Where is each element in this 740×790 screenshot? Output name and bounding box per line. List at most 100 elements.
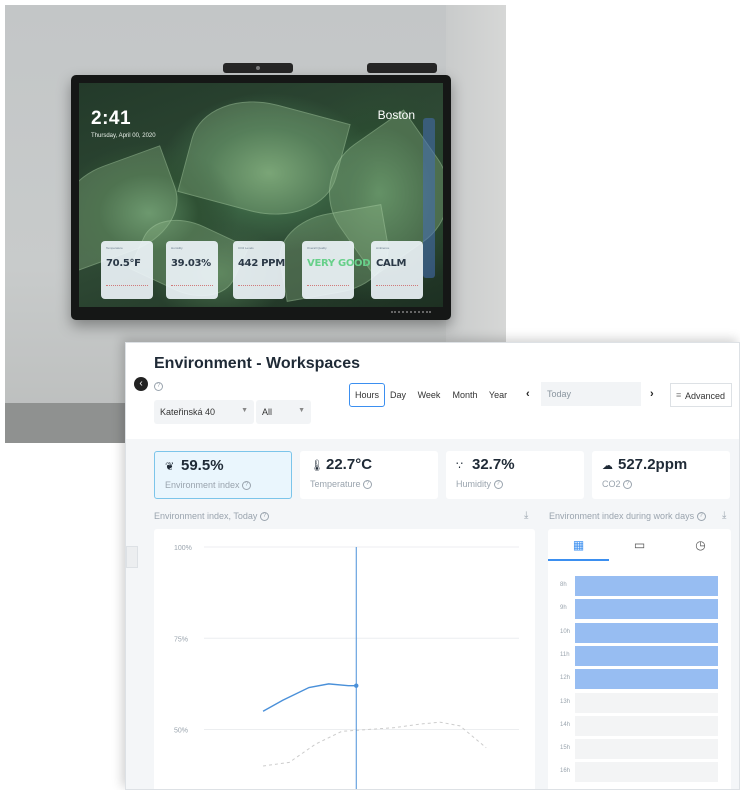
heatmap-cell[interactable] (575, 762, 718, 783)
period-week[interactable]: Week (414, 383, 444, 407)
help-circle-icon[interactable]: ? (154, 382, 163, 392)
heatmap-hour-label: 15h (560, 745, 571, 752)
tv-card-label: Temperature (106, 246, 123, 250)
chevron-down-icon: ▼ (241, 407, 248, 414)
heatmap-row: 11h (548, 645, 731, 666)
period-day[interactable]: Day (387, 383, 409, 407)
tv-card-label: Overall Quality (307, 246, 327, 250)
kpi-label: Temperature ? (310, 479, 373, 490)
date-field[interactable]: Today (541, 382, 641, 406)
heatmap-hour-label: 16h (560, 768, 571, 775)
heatmap-cell[interactable] (575, 715, 718, 736)
help-circle-icon[interactable]: ? (242, 481, 252, 491)
tv-card-value: 70.5°F (106, 258, 141, 269)
collapse-side-tab[interactable] (126, 546, 138, 568)
period-month[interactable]: Month (449, 383, 481, 407)
heatmap-cell[interactable] (575, 599, 718, 620)
heatmap-cell[interactable] (575, 645, 718, 666)
kpi-label: Environment index ? (165, 480, 252, 491)
tv-card-humidity: Humidity 39.03% (166, 241, 218, 299)
thermometer-icon: 🌡︎ (310, 460, 324, 472)
heatmap-cell[interactable] (575, 622, 718, 643)
period-year[interactable]: Year (485, 383, 511, 407)
tv-card-sparkline (238, 285, 280, 289)
tv-card-label: Ambience (376, 246, 390, 250)
camera-left (223, 63, 293, 73)
location-dropdown[interactable]: Kateřinská 40 ▼ (154, 400, 254, 424)
heatmap-cell[interactable] (575, 576, 718, 596)
heatmap-title: Environment index during work days ? (549, 511, 706, 522)
tv-card-value: 442 PPM (238, 258, 285, 269)
advanced-button[interactable]: ≡ Advanced (670, 383, 732, 407)
heatmap-hour-label: 10h (560, 628, 571, 635)
scope-dropdown[interactable]: All ▼ (256, 400, 311, 424)
heatmap-hour-label: 12h (560, 675, 571, 682)
download-icon[interactable]: ⤓ (524, 510, 528, 521)
y-tick-label: 50% (174, 728, 188, 735)
heatmap-row: 12h (548, 669, 731, 690)
help-circle-icon[interactable]: ? (493, 480, 503, 490)
kpi-label: CO2 ? (602, 479, 633, 490)
tv-card-value: VERY GOOD (307, 258, 371, 269)
help-circle-icon[interactable]: ? (696, 512, 706, 522)
heatmap-row: 10h (548, 622, 731, 643)
tv-card-sparkline (106, 285, 148, 289)
heatmap-row: 8h (548, 576, 731, 596)
chevron-down-icon: ▼ (298, 407, 305, 414)
prev-date-button[interactable]: ‹ (526, 383, 530, 400)
tv-card-value: CALM (376, 258, 407, 269)
tv-card-label: Humidity (171, 246, 183, 250)
help-circle-icon[interactable]: ? (623, 480, 633, 490)
tv-display: 2:41 Thursday, April 00, 2020 Boston Tem… (71, 75, 451, 320)
camera-lens (256, 66, 260, 70)
humidity-icon: ∵ (456, 460, 463, 472)
kpi-temperature[interactable]: 🌡︎ 22.7°C Temperature ? (300, 451, 438, 499)
heatmap-cell[interactable] (575, 669, 718, 690)
back-button[interactable]: ‹ (134, 377, 148, 391)
line-chart: 100%75%50%25% (174, 545, 519, 789)
help-circle-icon[interactable]: ? (259, 512, 269, 522)
heatmap-cell[interactable] (575, 739, 718, 760)
heatmap-hour-label: 9h (560, 605, 567, 612)
tv-card-ambience: Ambience CALM (371, 241, 423, 299)
series-line-today (262, 683, 357, 712)
tv-card-value: 39.03% (171, 258, 211, 269)
kpi-environment-index[interactable]: ❦ 59.5% Environment index ? (154, 451, 292, 499)
leaf-decoration (177, 85, 351, 231)
kpi-value: 527.2ppm (618, 456, 688, 473)
period-hours[interactable]: Hours (349, 383, 385, 407)
cloud-icon: ☁ (602, 460, 613, 472)
dashboard-panel: ‹ Environment - Workspaces ? Kateřinská … (125, 342, 740, 790)
series-line-average (262, 721, 487, 767)
heatmap-hour-label: 11h (560, 651, 570, 658)
location-dropdown-value: Kateřinská 40 (160, 407, 216, 417)
line-chart-title: Environment index, Today ? (154, 511, 269, 522)
heatmap-cell[interactable] (575, 692, 718, 713)
scope-dropdown-value: All (262, 407, 273, 417)
tv-screen: 2:41 Thursday, April 00, 2020 Boston Tem… (79, 83, 443, 307)
help-circle-icon[interactable]: ? (363, 480, 373, 490)
title-help: ? (154, 378, 163, 396)
y-tick-label: 75% (174, 636, 188, 643)
grid-icon[interactable]: ▦ (548, 529, 609, 561)
clock-icon[interactable]: ◷ (670, 529, 731, 561)
heatmap-row: 9h (548, 599, 731, 620)
tv-card-sparkline (376, 285, 418, 289)
kpi-label: Humidity ? (456, 479, 503, 490)
heatmap-row: 16h (548, 762, 731, 783)
calendar-icon[interactable]: ▭ (609, 529, 670, 561)
download-icon[interactable]: ⤓ (722, 510, 726, 521)
tv-card-temperature: Temperature 70.5°F (101, 241, 153, 299)
tv-city: Boston (377, 108, 415, 122)
advanced-label: Advanced (684, 391, 725, 401)
kpi-humidity[interactable]: ∵ 32.7% Humidity ? (446, 451, 584, 499)
kpi-co2[interactable]: ☁ 527.2ppm CO2 ? (592, 451, 730, 499)
next-date-button[interactable]: › (650, 383, 654, 400)
tv-card-label: CO2 Levels (238, 246, 254, 250)
y-tick-label: 100% (174, 545, 192, 552)
page-title: Environment - Workspaces (154, 355, 360, 372)
tv-sidebar (423, 118, 435, 278)
tv-bezel-chin (71, 307, 451, 320)
tv-card-co2: CO2 Levels 442 PPM (233, 241, 285, 299)
filter-icon: ≡ (676, 390, 682, 400)
